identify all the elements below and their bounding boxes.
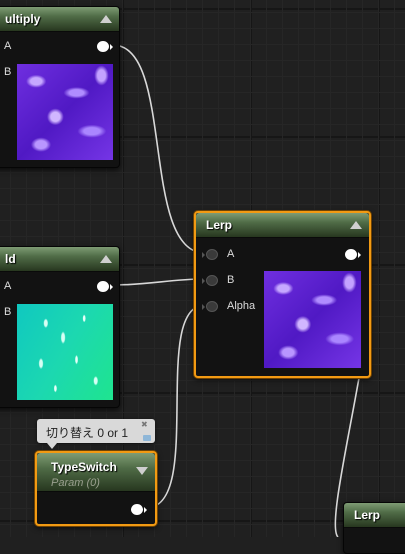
multiply-node[interactable]: ultiply A B — [0, 6, 120, 168]
collapse-arrow-icon[interactable] — [100, 15, 112, 23]
multiply-preview-thumbnail — [17, 64, 113, 160]
multiply-node-title: ultiply — [5, 12, 41, 26]
add-node-header[interactable]: ld — [0, 247, 119, 272]
collapse-arrow-icon[interactable] — [350, 221, 362, 229]
lerp-pin-a-label: A — [227, 248, 235, 260]
multiply-output-pin[interactable] — [97, 41, 113, 52]
add-preview-thumbnail — [17, 304, 113, 400]
lerp-node[interactable]: Lerp A B Alpha — [194, 211, 371, 378]
lerp-pin-alpha-label: Alpha — [227, 300, 256, 312]
multiply-pin-a-label: A — [4, 40, 12, 52]
typeswitch-node-subtitle: Param (0) — [51, 477, 100, 489]
comment-bubble-icon[interactable] — [143, 435, 151, 441]
lerp-input-pin-a[interactable] — [202, 249, 218, 260]
node-comment-bubble[interactable]: 切り替え 0 or 1 ✖ — [37, 419, 155, 449]
lerp-preview-thumbnail — [264, 271, 361, 368]
multiply-pin-b-label: B — [4, 66, 12, 78]
lerp-input-pin-b[interactable] — [202, 275, 218, 286]
lerp2-node-title: Lerp — [354, 508, 381, 522]
lerp-pin-b-label: B — [227, 274, 235, 286]
collapse-arrow-icon[interactable] — [100, 255, 112, 263]
typeswitch-node[interactable]: TypeSwitch Param (0) — [35, 451, 157, 526]
wire-multiply-to-lerp-a — [112, 44, 206, 254]
add-node[interactable]: ld A B — [0, 246, 120, 408]
lerp-output-pin[interactable] — [345, 249, 361, 260]
comment-text: 切り替え 0 or 1 — [46, 426, 129, 440]
lerp2-node[interactable]: Lerp — [343, 502, 405, 554]
lerp-node-header[interactable]: Lerp — [196, 213, 369, 238]
add-pin-a-label: A — [4, 280, 12, 292]
lerp-input-pin-alpha[interactable] — [202, 301, 218, 312]
typeswitch-output-pin[interactable] — [131, 504, 147, 515]
lerp2-node-header[interactable]: Lerp — [344, 503, 405, 528]
add-pin-b-label: B — [4, 306, 12, 318]
typeswitch-node-title: TypeSwitch — [51, 460, 117, 474]
multiply-node-header[interactable]: ultiply — [0, 7, 119, 32]
wire-add-to-lerp-b — [112, 278, 206, 286]
add-output-pin[interactable] — [97, 281, 113, 292]
lerp-node-title: Lerp — [206, 218, 233, 232]
typeswitch-node-header[interactable]: TypeSwitch Param (0) — [37, 453, 155, 492]
add-node-title: ld — [5, 252, 16, 266]
pin-icon[interactable]: ✖ — [141, 421, 151, 429]
expand-arrow-icon[interactable] — [136, 467, 148, 475]
